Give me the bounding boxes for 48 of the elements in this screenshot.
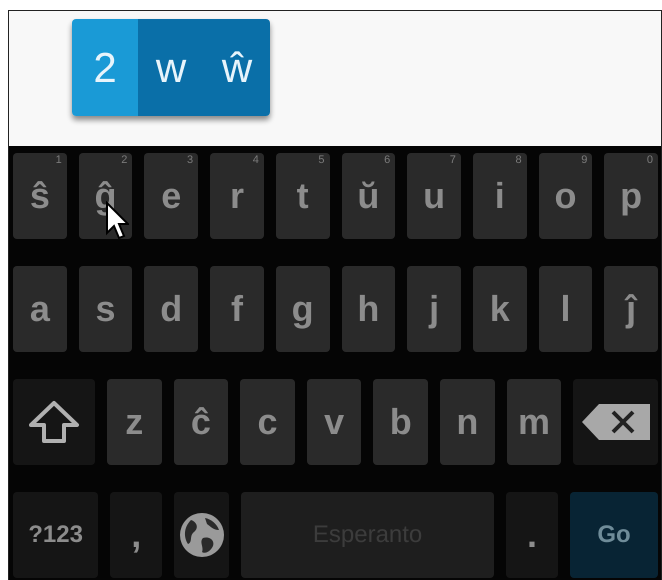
- backspace-icon: [580, 403, 651, 441]
- key[interactable]: e 3: [144, 153, 198, 239]
- key[interactable]: n: [440, 379, 495, 465]
- key[interactable]: ŝ 1: [13, 153, 67, 239]
- key[interactable]: c: [240, 379, 295, 465]
- shift-arrow-icon: [28, 400, 80, 444]
- key[interactable]: v: [306, 379, 362, 465]
- key[interactable]: f: [210, 266, 264, 352]
- key[interactable]: g: [276, 266, 330, 352]
- key[interactable]: ĵ: [604, 266, 658, 352]
- key[interactable]: a: [13, 266, 67, 352]
- key[interactable]: s: [78, 266, 132, 352]
- key[interactable]: p 0: [604, 153, 658, 239]
- key[interactable]: t 5: [276, 153, 330, 239]
- key[interactable]: u 7: [407, 153, 461, 239]
- key-hint: 7: [450, 155, 456, 166]
- key[interactable]: l: [538, 266, 592, 352]
- key-hint: 5: [318, 155, 325, 166]
- key[interactable]: j: [407, 266, 461, 352]
- accent-option[interactable]: w: [138, 19, 204, 116]
- key[interactable]: h: [342, 266, 396, 352]
- key-hint: 9: [581, 155, 588, 166]
- key[interactable]: .: [506, 492, 558, 578]
- key[interactable]: z: [106, 379, 162, 465]
- key-hint: 1: [56, 155, 62, 166]
- shift-key[interactable]: [13, 379, 95, 465]
- key-hint: 0: [646, 155, 654, 166]
- key-hint: 8: [516, 155, 522, 166]
- language-key[interactable]: [174, 492, 230, 578]
- accent-option[interactable]: 2: [72, 19, 138, 116]
- key-hint: 3: [186, 155, 194, 166]
- key-hint: 2: [121, 155, 128, 166]
- key-hint: 6: [384, 155, 390, 166]
- key[interactable]: ŭ 6: [342, 153, 396, 239]
- key[interactable]: k: [472, 266, 527, 352]
- key-hint: 4: [252, 155, 259, 166]
- key[interactable]: i 8: [472, 153, 527, 239]
- symbols-key[interactable]: ?123: [13, 492, 98, 578]
- key[interactable]: ,: [110, 492, 162, 578]
- key[interactable]: m: [506, 379, 562, 465]
- key[interactable]: b: [373, 379, 428, 465]
- key[interactable]: r 4: [210, 153, 264, 239]
- go-key[interactable]: Go: [570, 492, 658, 578]
- key[interactable]: o 9: [538, 153, 592, 239]
- backspace-key[interactable]: [573, 379, 658, 465]
- key[interactable]: ĉ: [174, 379, 228, 465]
- key[interactable]: d: [144, 266, 198, 352]
- accent-option[interactable]: ŵ: [204, 19, 270, 116]
